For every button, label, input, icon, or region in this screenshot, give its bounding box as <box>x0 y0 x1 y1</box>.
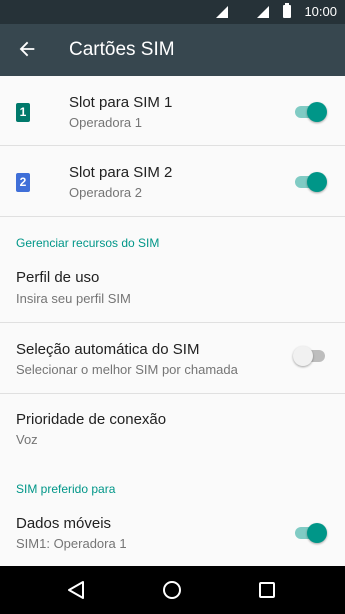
navigation-bar <box>0 566 345 614</box>
sim-slot-2-row[interactable]: 2 Slot para SIM 2 Operadora 2 <box>0 147 345 217</box>
sim-slot-2-toggle[interactable] <box>293 171 327 192</box>
item-subtitle: Voz <box>16 432 38 447</box>
app-bar: Cartões SIM <box>0 24 345 76</box>
home-circle-icon[interactable] <box>160 578 184 602</box>
item-title: Prioridade de conexão <box>16 411 167 428</box>
section-header-preferred: SIM preferido para <box>16 482 116 496</box>
sim-slot-operator: Operadora 1 <box>69 115 142 130</box>
usage-profile-item[interactable]: Perfil de uso Insira seu perfil SIM <box>0 258 345 322</box>
sim-slot-title: Slot para SIM 1 <box>69 94 173 111</box>
sim-slot-title: Slot para SIM 2 <box>69 164 173 181</box>
status-time: 10:00 <box>304 4 337 19</box>
item-title: Seleção automática do SIM <box>16 341 200 358</box>
mobile-data-item[interactable]: Dados móveis SIM1: Operadora 1 <box>0 504 345 566</box>
signal-icon <box>257 6 269 18</box>
item-subtitle: SIM1: Operadora 1 <box>16 536 127 551</box>
item-title: Dados móveis <box>16 515 112 532</box>
item-subtitle: Selecionar o melhor SIM por chamada <box>16 362 238 377</box>
signal-icon <box>216 6 228 18</box>
auto-sim-selection-item[interactable]: Seleção automática do SIM Selecionar o m… <box>0 323 345 393</box>
item-title: Perfil de uso <box>16 269 100 286</box>
sim-slot-1-toggle[interactable] <box>293 101 327 122</box>
sim-slot-operator: Operadora 2 <box>69 185 142 200</box>
battery-icon <box>283 3 291 18</box>
sim-card-2-icon: 2 <box>16 173 30 192</box>
page-title: Cartões SIM <box>69 39 175 60</box>
section-header-manage: Gerenciar recursos do SIM <box>16 236 160 250</box>
arrow-back-icon[interactable] <box>16 38 38 60</box>
auto-sim-selection-toggle[interactable] <box>293 345 327 366</box>
back-triangle-icon[interactable] <box>64 578 88 602</box>
mobile-data-toggle[interactable] <box>293 522 327 543</box>
item-subtitle: Insira seu perfil SIM <box>16 291 131 306</box>
status-bar: 10:00 <box>0 0 345 24</box>
connection-priority-item[interactable]: Prioridade de conexão Voz <box>0 394 345 462</box>
sim-card-1-icon: 1 <box>16 103 30 122</box>
recents-square-icon[interactable] <box>255 578 279 602</box>
sim-slot-1-row[interactable]: 1 Slot para SIM 1 Operadora 1 <box>0 76 345 146</box>
